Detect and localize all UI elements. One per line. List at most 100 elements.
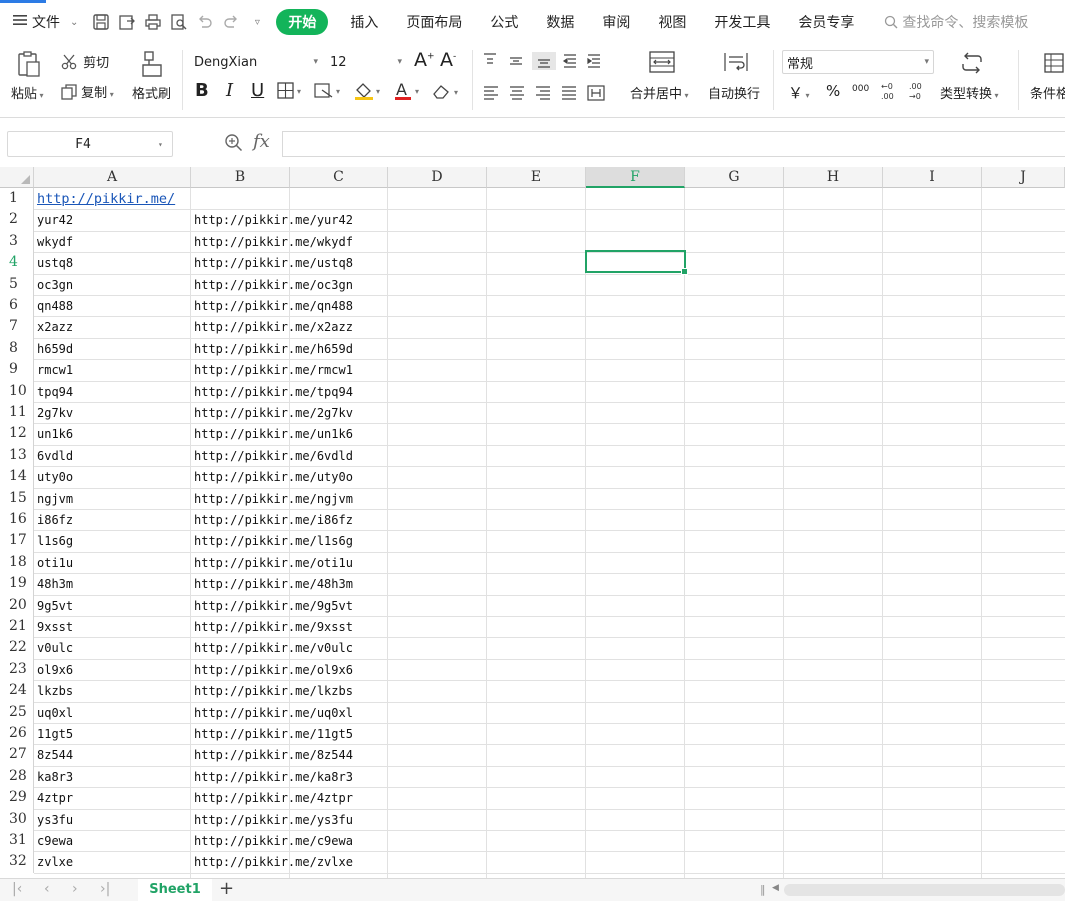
- selected-cell-F4[interactable]: [585, 250, 688, 275]
- row-header-15[interactable]: 15: [0, 487, 34, 509]
- cell-b16[interactable]: http://pikkir.me/i86fz: [191, 509, 388, 530]
- row-header-6[interactable]: 6: [0, 295, 34, 317]
- column-header-j[interactable]: J: [982, 167, 1065, 188]
- function-icon[interactable]: fx: [253, 131, 270, 152]
- cell-b22[interactable]: http://pikkir.me/v0ulc: [191, 637, 388, 658]
- row-header-9[interactable]: 9: [0, 359, 34, 381]
- cell-a22[interactable]: v0ulc: [34, 637, 191, 658]
- row-header-21[interactable]: 21: [0, 616, 34, 638]
- tab-formulas[interactable]: 公式: [490, 12, 518, 32]
- column-header-a[interactable]: A: [34, 167, 191, 188]
- cell-b24[interactable]: http://pikkir.me/lkzbs: [191, 680, 388, 701]
- cell-b15[interactable]: http://pikkir.me/ngjvm: [191, 488, 388, 509]
- last-sheet-icon[interactable]: ›|: [100, 881, 110, 897]
- quick-access-dropdown-icon[interactable]: ▿: [244, 9, 270, 35]
- row-header-16[interactable]: 16: [0, 509, 34, 531]
- cell-style-icon[interactable]: ▾: [314, 82, 348, 104]
- copy-button[interactable]: 复制 ▾: [61, 82, 114, 101]
- bold-button[interactable]: B: [195, 80, 209, 101]
- cell-a23[interactable]: ol9x6: [34, 659, 191, 680]
- export-icon[interactable]: [114, 9, 140, 35]
- row-header-28[interactable]: 28: [0, 765, 34, 788]
- cell-b2[interactable]: http://pikkir.me/yur42: [191, 209, 388, 230]
- cell-a32[interactable]: zvlxe: [34, 851, 191, 872]
- row-header-11[interactable]: 11: [0, 402, 34, 424]
- cell-b14[interactable]: http://pikkir.me/uty0o: [191, 466, 388, 487]
- font-name-select[interactable]: DengXian ▾: [190, 50, 322, 74]
- cell-a31[interactable]: c9ewa: [34, 830, 191, 851]
- column-header-b[interactable]: B: [191, 167, 290, 188]
- column-header-i[interactable]: I: [883, 167, 982, 188]
- tab-developer[interactable]: 开发工具: [714, 12, 770, 32]
- next-sheet-icon[interactable]: ›: [72, 881, 78, 897]
- redo-icon[interactable]: [218, 9, 244, 35]
- cell-a8[interactable]: h659d: [34, 338, 191, 359]
- name-box[interactable]: F4 ▾: [7, 131, 173, 157]
- fill-color-icon[interactable]: ▾: [353, 80, 387, 106]
- column-header-f[interactable]: F: [586, 167, 685, 188]
- prev-sheet-icon[interactable]: ‹: [44, 881, 50, 897]
- wrap-text-icon[interactable]: [722, 50, 750, 78]
- print-icon[interactable]: [140, 9, 166, 35]
- tab-start[interactable]: 开始: [276, 9, 329, 35]
- cell-a27[interactable]: 8z544: [34, 744, 191, 765]
- row-header-18[interactable]: 18: [0, 551, 34, 574]
- clear-format-icon[interactable]: ▾: [431, 82, 467, 104]
- cell-b13[interactable]: http://pikkir.me/6vdld: [191, 445, 388, 466]
- cell-a16[interactable]: i86fz: [34, 509, 191, 530]
- row-header-25[interactable]: 25: [0, 701, 34, 723]
- row-header-31[interactable]: 31: [0, 830, 34, 852]
- row-header-13[interactable]: 13: [0, 444, 34, 467]
- cell-b17[interactable]: http://pikkir.me/l1s6g: [191, 530, 388, 551]
- cell-a28[interactable]: ka8r3: [34, 766, 191, 787]
- column-header-c[interactable]: C: [290, 167, 388, 188]
- column-header-g[interactable]: G: [685, 167, 784, 188]
- zoom-search-icon[interactable]: [224, 133, 244, 157]
- print-preview-icon[interactable]: [166, 9, 192, 35]
- row-header-19[interactable]: 19: [0, 573, 34, 595]
- cell-b4[interactable]: http://pikkir.me/ustq8: [191, 252, 388, 273]
- increase-font-icon[interactable]: A+: [414, 49, 435, 71]
- thousands-button[interactable]: 000: [852, 84, 869, 94]
- undo-icon[interactable]: [192, 9, 218, 35]
- decrease-decimal-icon[interactable]: .00 →0: [908, 80, 930, 106]
- row-header-29[interactable]: 29: [0, 787, 34, 809]
- row-header-12[interactable]: 12: [0, 423, 34, 445]
- cell-a17[interactable]: l1s6g: [34, 530, 191, 551]
- cell-b25[interactable]: http://pikkir.me/uq0xl: [191, 702, 388, 723]
- row-header-2[interactable]: 2: [0, 209, 34, 231]
- currency-button[interactable]: ￥ ▾: [788, 82, 810, 103]
- tab-data[interactable]: 数据: [546, 12, 574, 32]
- cell-b7[interactable]: http://pikkir.me/x2azz: [191, 316, 388, 337]
- border-icon[interactable]: ▾: [277, 82, 307, 104]
- paste-icon[interactable]: [16, 50, 42, 82]
- column-header-d[interactable]: D: [388, 167, 487, 188]
- cell-a20[interactable]: 9g5vt: [34, 595, 191, 616]
- align-top-icon[interactable]: [482, 52, 602, 74]
- cell-b6[interactable]: http://pikkir.me/qn488: [191, 295, 388, 316]
- tab-review[interactable]: 审阅: [602, 12, 630, 32]
- cell-a15[interactable]: ngjvm: [34, 488, 191, 509]
- cell-b10[interactable]: http://pikkir.me/tpq94: [191, 381, 388, 402]
- row-header-4[interactable]: 4: [0, 252, 34, 274]
- cell-b19[interactable]: http://pikkir.me/48h3m: [191, 573, 388, 594]
- cell-a12[interactable]: un1k6: [34, 423, 191, 444]
- tab-insert[interactable]: 插入: [350, 12, 378, 32]
- number-format-select[interactable]: 常规 ▾: [782, 50, 934, 74]
- save-icon[interactable]: [88, 9, 114, 35]
- cell-a11[interactable]: 2g7kv: [34, 402, 191, 423]
- cell-b26[interactable]: http://pikkir.me/11gt5: [191, 723, 388, 744]
- row-header-14[interactable]: 14: [0, 466, 34, 488]
- cell-b18[interactable]: http://pikkir.me/oti1u: [191, 552, 388, 573]
- cell-a10[interactable]: tpq94: [34, 381, 191, 402]
- tab-page-layout[interactable]: 页面布局: [406, 12, 462, 32]
- conditional-format-button[interactable]: 条件格: [1030, 83, 1065, 102]
- cell-b21[interactable]: http://pikkir.me/9xsst: [191, 616, 388, 637]
- tab-view[interactable]: 视图: [658, 12, 686, 32]
- row-header-7[interactable]: 7: [0, 316, 34, 338]
- tab-member[interactable]: 会员专享: [798, 12, 854, 32]
- row-header-26[interactable]: 26: [0, 723, 34, 745]
- cell-b23[interactable]: http://pikkir.me/ol9x6: [191, 659, 388, 680]
- first-sheet-icon[interactable]: |‹: [12, 881, 22, 897]
- cell-a7[interactable]: x2azz: [34, 316, 191, 337]
